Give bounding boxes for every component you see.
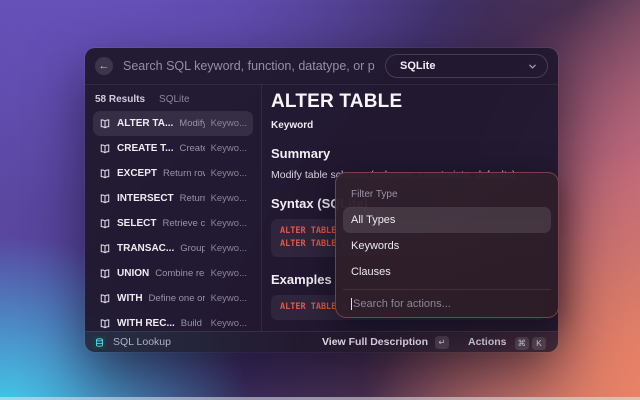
return-key-badge: ↵ xyxy=(435,336,449,349)
open-book-icon xyxy=(99,118,111,130)
summary-heading: Summary xyxy=(271,146,544,161)
list-item-title: SELECT xyxy=(117,218,156,229)
list-item-title: TRANSAC... xyxy=(117,243,174,254)
key-badge: ⌘ xyxy=(515,337,530,350)
list-item-subtitle: Modify ta... xyxy=(179,118,204,129)
actions-key-badges: ⌘K xyxy=(512,333,547,351)
results-header: 58 Results SQLite xyxy=(93,89,253,111)
list-item-accessory: Keywo... xyxy=(211,118,247,129)
popup-section-label: Filter Type xyxy=(343,179,551,207)
open-book-icon xyxy=(99,268,111,280)
results-section-label: SQLite xyxy=(159,94,190,105)
list-item-subtitle: Combine resul... xyxy=(155,268,204,279)
back-arrow-icon: ← xyxy=(99,60,110,72)
open-book-icon xyxy=(99,243,111,255)
list-item[interactable]: ALTER TA... Modify ta... Keywo... xyxy=(93,111,253,136)
open-book-icon xyxy=(99,293,111,305)
open-book-icon xyxy=(99,318,111,330)
list-item-title: INTERSECT xyxy=(117,193,174,204)
list-item[interactable]: WITH Define one or m... Keywo... xyxy=(93,286,253,311)
view-full-description-button[interactable]: View Full Description xyxy=(322,336,428,348)
list-item-accessory: Keywo... xyxy=(211,193,247,204)
list-item-accessory: Keywo... xyxy=(211,318,247,329)
database-icon xyxy=(93,336,106,349)
list-item-title: WITH xyxy=(117,293,143,304)
list-item[interactable]: SELECT Retrieve colu... Keywo... xyxy=(93,211,253,236)
popup-item[interactable]: Clauses xyxy=(343,259,551,285)
popup-item[interactable]: Keywords xyxy=(343,233,551,259)
list-item-title: UNION xyxy=(117,268,149,279)
actions-label: Actions xyxy=(468,336,507,348)
popup-search-row xyxy=(343,289,551,317)
sql-lookup-window: ← SQLite 58 Results SQLite ALTER TA... M… xyxy=(85,48,558,352)
open-book-icon xyxy=(99,143,111,155)
list-item-accessory: Keywo... xyxy=(211,143,247,154)
filter-type-popup: Filter Type All TypesKeywordsClauses xyxy=(335,172,559,318)
popup-item-list: All TypesKeywordsClauses xyxy=(343,207,551,285)
dialect-selected-value: SQLite xyxy=(400,60,435,72)
list-item-subtitle: Group st... xyxy=(180,243,204,254)
app-name: SQL Lookup xyxy=(113,336,171,348)
list-item[interactable]: INTERSECT Return ro... Keywo... xyxy=(93,186,253,211)
text-caret xyxy=(351,298,352,310)
list-item-accessory: Keywo... xyxy=(211,268,247,279)
list-item-accessory: Keywo... xyxy=(211,218,247,229)
actions-search-input[interactable] xyxy=(353,298,543,310)
key-badge: K xyxy=(532,337,546,350)
detail-title: ALTER TABLE xyxy=(271,91,544,113)
search-bar: ← SQLite xyxy=(85,48,558,85)
list-item-accessory: Keywo... xyxy=(211,293,247,304)
list-item-accessory: Keywo... xyxy=(211,168,247,179)
popup-item[interactable]: All Types xyxy=(343,207,551,233)
dialect-dropdown[interactable]: SQLite xyxy=(385,54,548,78)
footer-bar: SQL Lookup View Full Description ↵ Actio… xyxy=(85,331,558,352)
results-count: 58 Results xyxy=(95,94,145,105)
list-item-title: ALTER TA... xyxy=(117,118,173,129)
list-item-title: WITH REC... xyxy=(117,318,175,329)
open-book-icon xyxy=(99,168,111,180)
detail-type-badge: Keyword xyxy=(271,120,544,131)
list-item-title: CREATE T... xyxy=(117,143,173,154)
list-item-title: EXCEPT xyxy=(117,168,157,179)
list-item-subtitle: Build rec... xyxy=(181,318,205,329)
list-item-subtitle: Return ro... xyxy=(180,193,205,204)
list-item-subtitle: Return rows f... xyxy=(163,168,205,179)
open-book-icon xyxy=(99,193,111,205)
actions-button[interactable]: Actions ⌘K xyxy=(464,331,550,353)
list-item-subtitle: Define one or m... xyxy=(149,293,205,304)
list-item[interactable]: UNION Combine resul... Keywo... xyxy=(93,261,253,286)
list-item-subtitle: Retrieve colu... xyxy=(162,218,204,229)
search-input[interactable] xyxy=(123,59,375,73)
list-item[interactable]: WITH REC... Build rec... Keywo... xyxy=(93,311,253,331)
chevron-down-icon xyxy=(528,62,537,71)
list-item[interactable]: TRANSAC... Group st... Keywo... xyxy=(93,236,253,261)
list-item[interactable]: EXCEPT Return rows f... Keywo... xyxy=(93,161,253,186)
open-book-icon xyxy=(99,218,111,230)
back-button[interactable]: ← xyxy=(95,57,113,75)
list-item-accessory: Keywo... xyxy=(211,243,247,254)
list-item-subtitle: Create a... xyxy=(179,143,204,154)
results-list: ALTER TA... Modify ta... Keywo... CREATE… xyxy=(93,111,253,331)
results-pane: 58 Results SQLite ALTER TA... Modify ta.… xyxy=(85,85,262,331)
list-item[interactable]: CREATE T... Create a... Keywo... xyxy=(93,136,253,161)
